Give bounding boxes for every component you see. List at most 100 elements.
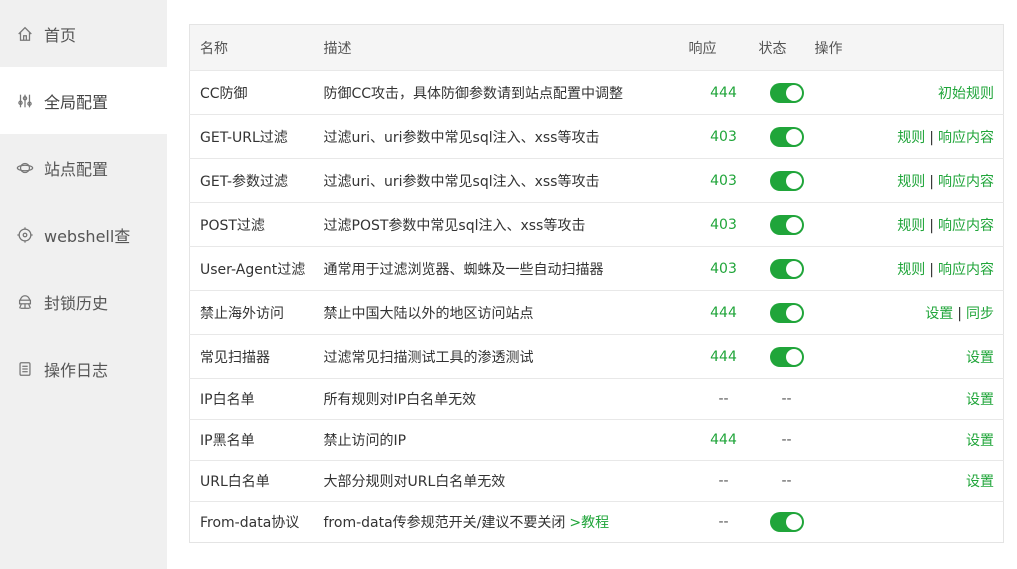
status-cell (758, 202, 815, 247)
sidebar-item-label: 封锁历史 (44, 293, 109, 313)
op-link[interactable]: 同步 (966, 306, 994, 322)
table-row: 禁止海外访问 禁止中国大陆以外的地区访问站点 444 设置 | 同步 (189, 290, 1004, 335)
toggle-knob (785, 348, 802, 365)
op-link[interactable]: 响应内容 (938, 174, 994, 190)
response-code: 403 (688, 202, 759, 247)
op-separator: | (929, 217, 934, 234)
sidebar-item-3[interactable]: webshell查 (0, 201, 167, 268)
log-icon (14, 358, 36, 380)
rule-desc-text: from-data传参规范开关/建议不要关闭 (323, 515, 566, 531)
rule-name: IP黑名单 (189, 419, 324, 461)
status-toggle[interactable] (769, 82, 804, 103)
status-toggle[interactable] (769, 346, 804, 367)
sidebar-item-label: webshell查 (44, 226, 131, 246)
header-name: 名称 (189, 24, 324, 71)
table-row: 常见扫描器 过滤常见扫描测试工具的渗透测试 444 设置 (189, 334, 1004, 379)
ops-cell: 规则 | 响应内容 (814, 246, 1004, 291)
table-row: IP白名单 所有规则对IP白名单无效 -- -- 设置 (189, 378, 1004, 420)
status-toggle[interactable] (769, 512, 804, 532)
op-separator: | (929, 129, 934, 146)
main-content: 名称 描述 响应 状态 操作 CC防御 防御CC攻击，具体防御参数请到站点配置中调… (167, 0, 1017, 569)
op-link[interactable]: 规则 (897, 218, 925, 234)
crosshair-icon (14, 224, 36, 246)
op-link[interactable]: 设置 (966, 433, 994, 449)
rule-name: CC防御 (189, 70, 324, 115)
ops-cell: 设置 (814, 378, 1004, 420)
response-code: -- (688, 460, 759, 502)
rule-desc-text: 大部分规则对URL白名单无效 (323, 474, 506, 490)
home-icon (14, 23, 36, 45)
table-row: GET-参数过滤 过滤uri、uri参数中常见sql注入、xss等攻击 403 规则 |… (189, 158, 1004, 203)
sidebar-item-1[interactable]: 全局配置 (0, 67, 167, 134)
rule-desc: 防御CC攻击，具体防御参数请到站点配置中调整 (323, 70, 689, 115)
rule-name: GET-URL过滤 (189, 114, 324, 159)
response-code: 444 (688, 419, 759, 461)
rule-desc: 过滤uri、uri参数中常见sql注入、xss等攻击 (323, 114, 689, 159)
rule-desc-text: 禁止中国大陆以外的地区访问站点 (323, 305, 534, 322)
ops-cell: 规则 | 响应内容 (814, 158, 1004, 203)
response-code: 403 (688, 114, 759, 159)
status-toggle[interactable] (769, 126, 804, 147)
ops-cell: 设置 (814, 334, 1004, 379)
toggle-knob (785, 216, 802, 233)
table-row: GET-URL过滤 过滤uri、uri参数中常见sql注入、xss等攻击 403 规则… (189, 114, 1004, 159)
rule-name: URL白名单 (189, 460, 324, 502)
op-link[interactable]: 设置 (966, 392, 994, 408)
sidebar-item-5[interactable]: 操作日志 (0, 335, 167, 402)
op-link[interactable]: 响应内容 (938, 218, 994, 234)
toggle-knob (785, 172, 802, 189)
response-code: 444 (688, 334, 759, 379)
status-cell (758, 501, 815, 543)
toggle-knob (785, 84, 802, 101)
sidebar-item-0[interactable]: 首页 (0, 0, 167, 67)
rules-table: 名称 描述 响应 状态 操作 CC防御 防御CC攻击，具体防御参数请到站点配置中调… (189, 24, 1004, 543)
rule-desc-text: 过滤uri、uri参数中常见sql注入、xss等攻击 (323, 129, 600, 146)
status-text: -- (758, 419, 815, 461)
op-link[interactable]: 初始规则 (938, 86, 994, 102)
rule-name: GET-参数过滤 (189, 158, 324, 203)
rule-desc: 大部分规则对URL白名单无效 (323, 460, 689, 502)
status-toggle[interactable] (769, 170, 804, 191)
status-text: -- (758, 460, 815, 502)
toggle-knob (785, 128, 802, 145)
ops-cell: 设置 | 同步 (814, 290, 1004, 335)
toggle-knob (785, 304, 802, 321)
rule-name: POST过滤 (189, 202, 324, 247)
tutorial-link[interactable]: >教程 (569, 515, 609, 531)
ops-cell: 初始规则 (814, 70, 1004, 115)
sidebar-item-label: 首页 (44, 25, 77, 45)
header-code: 响应 (688, 24, 759, 71)
op-link[interactable]: 设置 (966, 474, 994, 490)
op-separator: | (957, 305, 962, 322)
status-toggle[interactable] (769, 302, 804, 323)
rule-name: User-Agent过滤 (189, 246, 324, 291)
sidebar-item-4[interactable]: 封锁历史 (0, 268, 167, 335)
op-link[interactable]: 规则 (897, 262, 925, 278)
op-link[interactable]: 规则 (897, 174, 925, 190)
status-toggle[interactable] (769, 258, 804, 279)
rule-desc-text: 过滤uri、uri参数中常见sql注入、xss等攻击 (323, 173, 600, 190)
op-link[interactable]: 响应内容 (938, 262, 994, 278)
toggle-knob (785, 514, 802, 530)
op-link[interactable]: 响应内容 (938, 130, 994, 146)
rule-desc: 过滤uri、uri参数中常见sql注入、xss等攻击 (323, 158, 689, 203)
status-toggle[interactable] (769, 214, 804, 235)
rule-desc: from-data传参规范开关/建议不要关闭 >教程 (323, 501, 689, 543)
rule-desc-text: 防御CC攻击，具体防御参数请到站点配置中调整 (323, 85, 624, 102)
op-link[interactable]: 设置 (966, 350, 994, 366)
header-status: 状态 (758, 24, 815, 71)
sidebar-item-2[interactable]: 站点配置 (0, 134, 167, 201)
rule-desc: 通常用于过滤浏览器、蜘蛛及一些自动扫描器 (323, 246, 689, 291)
status-text: -- (758, 378, 815, 420)
ops-cell: 规则 | 响应内容 (814, 202, 1004, 247)
rule-desc-text: 通常用于过滤浏览器、蜘蛛及一些自动扫描器 (323, 261, 604, 278)
header-desc: 描述 (323, 24, 689, 71)
table-row: User-Agent过滤 通常用于过滤浏览器、蜘蛛及一些自动扫描器 403 规则 | 响应… (189, 246, 1004, 291)
sidebar: 首页全局配置 站点配置 webshell查 封锁历史操作日志 (0, 0, 167, 569)
op-link[interactable]: 规则 (897, 130, 925, 146)
op-link[interactable]: 设置 (925, 306, 953, 322)
rule-desc: 所有规则对IP白名单无效 (323, 378, 689, 420)
rule-desc: 过滤POST参数中常见sql注入、xss等攻击 (323, 202, 689, 247)
status-cell (758, 114, 815, 159)
table-row: From-data协议 from-data传参规范开关/建议不要关闭 >教程 -- (189, 501, 1004, 543)
